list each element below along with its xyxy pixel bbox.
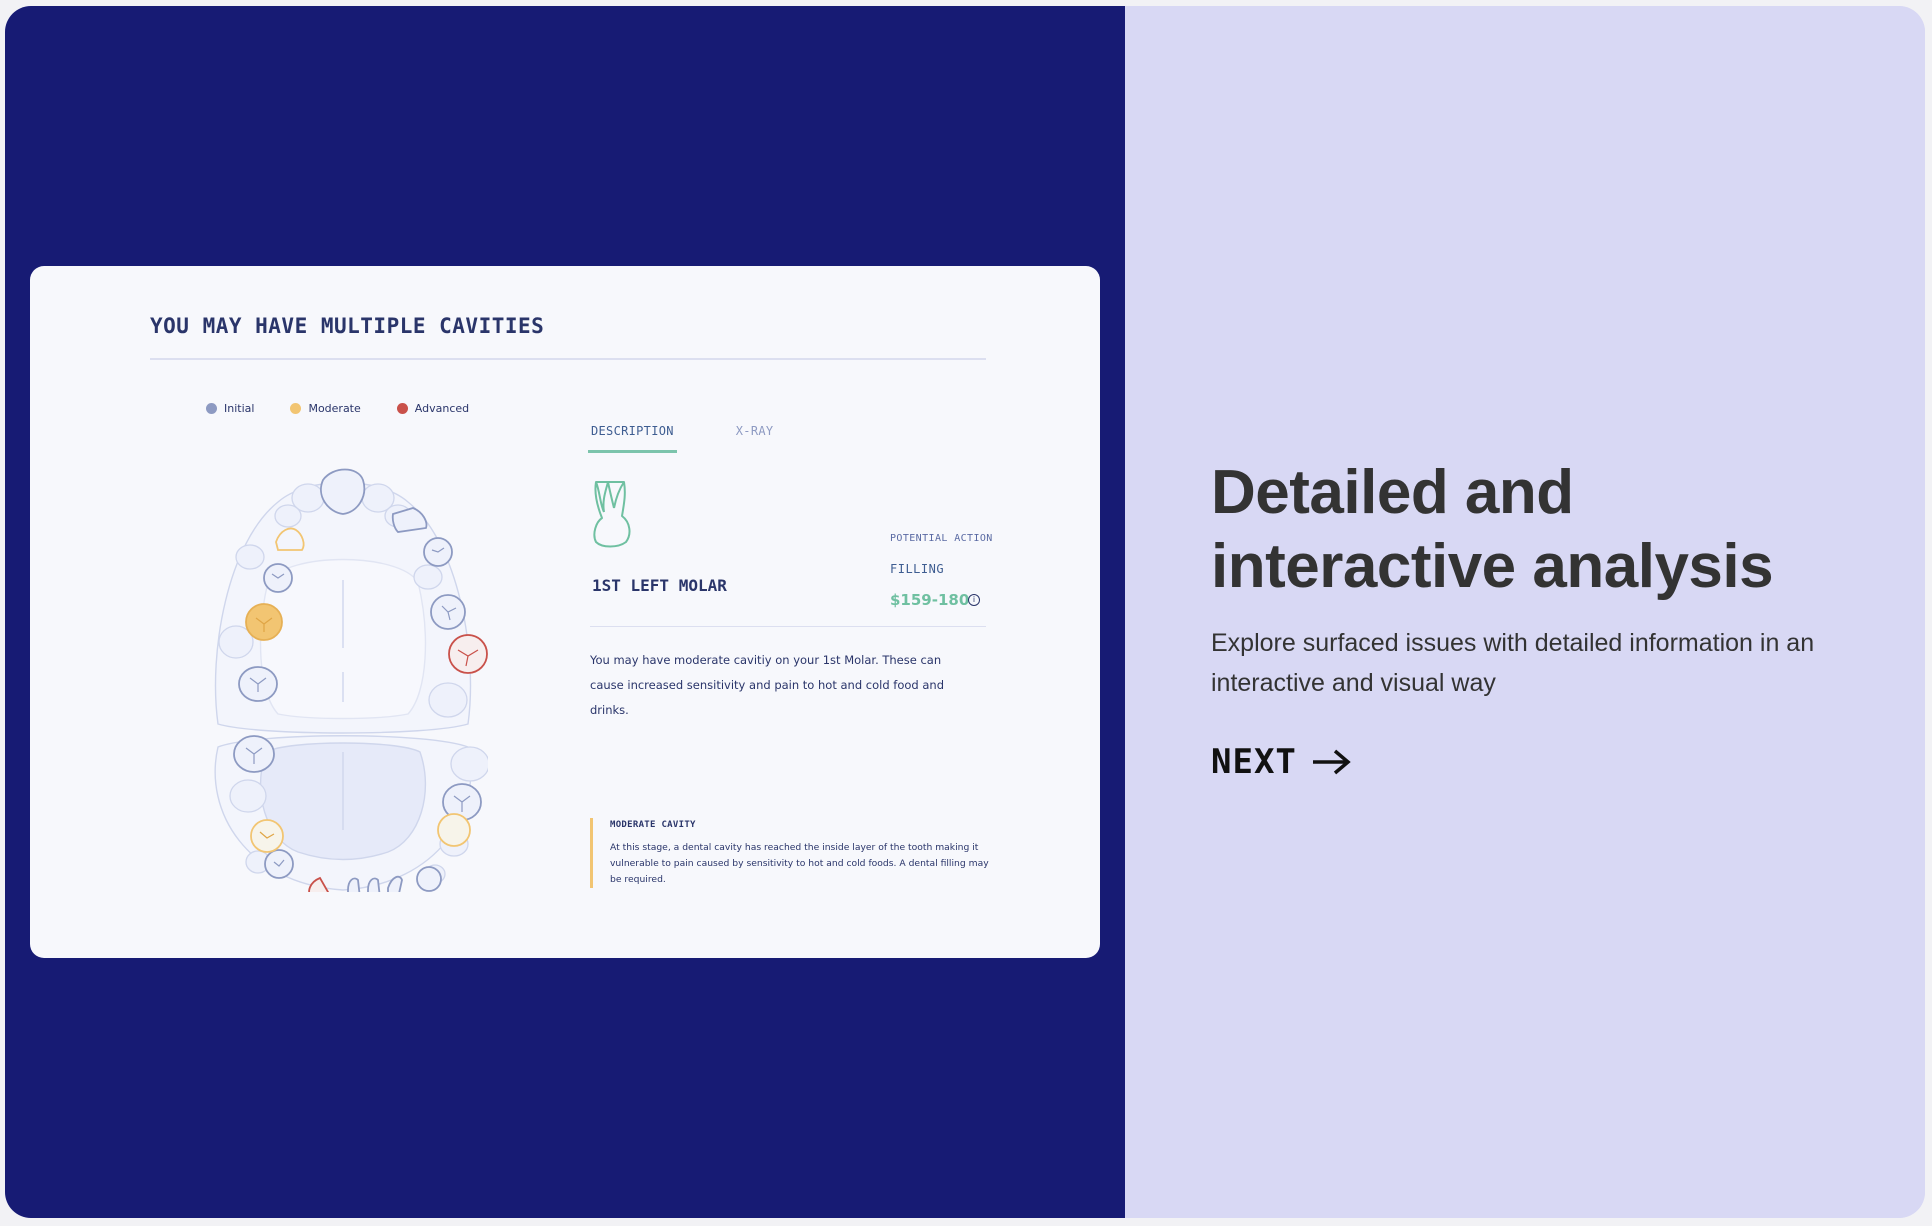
arrow-right-icon [1312,749,1351,775]
legend-dot-advanced [396,403,408,414]
legend-item-moderate: Moderate [290,402,361,415]
action-name: FILLING [890,562,945,576]
tooth-description: You may have moderate cavitiy on your 1s… [590,653,945,717]
detail-divider [590,626,986,627]
promo-subtext: Explore surfaced issues with detailed in… [1211,629,1815,697]
legend-label: Initial [224,402,255,415]
legend-label: Moderate [308,402,361,415]
onboarding-frame: YOU MAY HAVE MULTIPLE CAVITIES Initial M… [5,6,1925,1218]
promo-heading: Detailed and interactive analysis [1211,458,1774,601]
cavity-analysis-card: YOU MAY HAVE MULTIPLE CAVITIES Initial M… [30,266,1100,958]
tab-description[interactable]: DESCRIPTION [588,424,677,453]
legend-dot-moderate [290,403,302,414]
tab-x-ray[interactable]: X-RAY [733,424,777,453]
card-title: YOU MAY HAVE MULTIPLE CAVITIES [150,314,545,338]
title-divider [150,358,986,360]
potential-action-label: POTENTIAL ACTION [890,533,993,544]
price-range: $159-180 [890,591,970,609]
severity-legend: Initial Moderate Advanced [206,402,505,415]
promo-panel: Detailed and interactive analysis Explor… [1125,6,1925,1218]
next-button[interactable]: NEXT [1211,742,1351,782]
molar-icon [593,481,631,548]
legend-label: Advanced [414,402,470,415]
moderate-cavity-note: MODERATE CAVITY At this stage, a dental … [590,818,990,888]
detail-tabs: DESCRIPTION X-RAY [588,424,832,453]
info-icon[interactable]: i [968,594,980,606]
note-title: MODERATE CAVITY [610,820,696,830]
note-body: At this stage, a dental cavity has reach… [610,842,989,885]
next-label: NEXT [1211,742,1297,782]
legend-item-initial: Initial [206,402,254,415]
legend-dot-initial [206,403,217,414]
preview-panel: YOU MAY HAVE MULTIPLE CAVITIES Initial M… [5,6,1125,1218]
dental-chart [214,468,488,892]
tooth-name: 1ST LEFT MOLAR [592,576,727,595]
legend-item-advanced: Advanced [396,402,470,415]
